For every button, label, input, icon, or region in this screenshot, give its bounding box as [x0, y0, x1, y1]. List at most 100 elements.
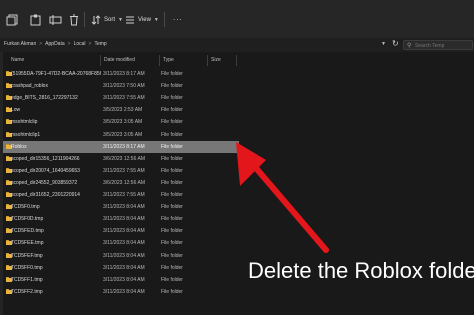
file-row[interactable]: {51955DA-79F1-47D2-BCAA-20768F856... 3/11… [3, 68, 239, 80]
file-name: {51955DA-79F1-47D2-BCAA-20768F856... [11, 71, 101, 77]
sort-label: Sort [104, 17, 116, 23]
file-row[interactable]: edge_BITS_2816_172297132 3/11/2023 7:55 A… [3, 92, 239, 104]
file-date-modified: 3/11/2023 7:55 AM [103, 192, 145, 198]
file-date-modified: 3/11/2023 8:04 AM [103, 204, 145, 211]
file-row[interactable]: Low 3/5/2023 2:53 AM File folder [3, 104, 239, 116]
file-date-modified: 3/11/2023 8:04 AM [103, 240, 145, 247]
file-date-modified: 3/11/2023 8:04 AM [103, 288, 145, 295]
file-type: File folder [161, 155, 183, 162]
file-type: File folder [161, 252, 183, 259]
command-bar: Sort ▼ View ▼ ... [0, 0, 474, 39]
file-date-modified: 3/11/2023 8:17 AM [103, 71, 145, 77]
file-name: scoped_dir24552_903859372 [11, 179, 78, 186]
file-row[interactable]: TCD5FEF.tmp 3/11/2023 8:04 AM File folder [3, 250, 239, 262]
file-date-modified: 3/11/2023 8:04 AM [103, 216, 145, 223]
file-type: File folder [161, 240, 183, 247]
file-date-modified: 3/11/2023 7:50 AM [103, 83, 145, 90]
sort-button[interactable]: Sort ▼ [91, 13, 123, 27]
file-type: File folder [161, 71, 183, 77]
file-row[interactable]: TCD5F0D.tmp 3/11/2023 8:04 AM File folder [3, 213, 239, 225]
file-date-modified: 3/11/2023 7:55 AM [103, 167, 145, 174]
copy-icon [6, 14, 18, 26]
file-name: crashpad_roblox [11, 83, 48, 90]
file-date-modified: 3/11/2023 8:04 AM [103, 264, 145, 271]
breadcrumb-item[interactable]: AppData [45, 41, 64, 47]
column-header-size[interactable]: Size [211, 57, 221, 63]
file-name: TCD5F0.tmp [11, 204, 40, 211]
file-row[interactable]: scoped_dir15356_1211904266 3/6/2023 12:56… [3, 153, 239, 165]
more-options-button[interactable]: ... [173, 13, 183, 22]
annotation-caption: Delete the Roblox folde [248, 258, 474, 283]
address-bar: Furkan Akman > AppData > Local > Temp ▼ ↻ ⚲ [0, 38, 474, 52]
file-date-modified: 3/11/2023 8:04 AM [103, 228, 145, 235]
toolbar-divider [164, 12, 165, 27]
file-date-modified: 3/6/2023 12:56 AM [103, 155, 145, 162]
file-date-modified: 3/11/2023 8:04 AM [103, 252, 145, 259]
file-type: File folder [161, 228, 183, 235]
file-row[interactable]: crashpad_roblox 3/11/2023 7:50 AM File fol… [3, 80, 239, 92]
file-row[interactable]: scoped_dir20074_1640459653 3/11/2023 7:55… [3, 165, 239, 177]
file-row[interactable]: Roblox 3/11/2023 8:17 AM File folder [3, 140, 239, 153]
file-type: File folder [161, 192, 183, 198]
file-name: TCD5FEF.tmp [11, 252, 43, 259]
breadcrumb-separator: > [67, 41, 71, 47]
file-explorer-window: Sort ▼ View ▼ ... Furkan Akman > AppData > L… [0, 0, 474, 315]
breadcrumb-item[interactable]: Local [74, 41, 86, 47]
file-date-modified: 3/5/2023 3:05 AM [103, 131, 143, 138]
breadcrumb-item[interactable]: Temp [94, 41, 106, 47]
column-divider[interactable] [159, 55, 160, 66]
column-header-name[interactable]: Name [11, 57, 24, 63]
file-row[interactable]: TCD5FEE.tmp 3/11/2023 8:04 AM File folder [3, 237, 239, 249]
delete-button[interactable] [68, 13, 80, 27]
file-name: TCD5FF0.tmp [11, 264, 43, 271]
paste-icon [30, 14, 41, 26]
file-date-modified: 3/11/2023 8:17 AM [103, 143, 145, 150]
sort-icon [91, 15, 101, 25]
file-date-modified: 3/11/2023 8:04 AM [103, 276, 145, 283]
file-name: msohtmlclip [11, 119, 38, 126]
new-folder-button[interactable] [6, 13, 20, 27]
file-date-modified: 3/5/2023 3:05 AM [103, 119, 143, 126]
file-type: File folder [161, 119, 183, 126]
toolbar-divider [84, 12, 85, 27]
file-type: File folder [161, 216, 183, 223]
file-row[interactable]: scoped_dir31652_2301220914 3/11/2023 7:55… [3, 189, 239, 201]
search-box[interactable]: ⚲ [403, 40, 473, 50]
file-row[interactable]: msohtmlclip1 3/5/2023 3:05 AM File folder [3, 129, 239, 141]
file-name: TCD5F0D.tmp [11, 216, 44, 223]
rename-button[interactable] [49, 13, 63, 27]
file-date-modified: 3/11/2023 7:55 AM [103, 95, 145, 102]
search-icon: ⚲ [407, 43, 412, 49]
file-row[interactable]: TCD5F0.tmp 3/11/2023 8:04 AM File folder [3, 201, 239, 213]
column-divider[interactable] [100, 55, 101, 66]
file-name: scoped_dir20074_1640459653 [11, 167, 80, 174]
file-name: TCD5FF1.tmp [11, 276, 43, 283]
trash-icon [70, 14, 78, 26]
refresh-icon[interactable]: ↻ [392, 39, 399, 48]
file-date-modified: 3/5/2023 2:53 AM [103, 107, 143, 114]
file-row[interactable]: TCD5FF2.tmp 3/11/2023 8:04 AM File folder [3, 286, 239, 298]
search-input[interactable] [415, 43, 470, 49]
file-row[interactable]: TCD5FF0.tmp 3/11/2023 8:04 AM File folder [3, 262, 239, 274]
file-row[interactable]: TCD5FED.tmp 3/11/2023 8:04 AM File folder [3, 225, 239, 237]
view-button[interactable]: View ▼ [125, 13, 159, 27]
breadcrumb: Furkan Akman > AppData > Local > Temp [4, 41, 107, 47]
file-date-modified: 3/6/2023 12:56 AM [103, 179, 145, 186]
breadcrumb-item[interactable]: Furkan Akman [4, 41, 36, 47]
column-divider[interactable] [207, 55, 208, 66]
file-name: edge_BITS_2816_172297132 [11, 95, 78, 102]
file-type: File folder [161, 167, 183, 174]
file-type: File folder [161, 83, 183, 90]
file-name: scoped_dir31652_2301220914 [11, 192, 80, 198]
address-history-chevron-icon[interactable]: ▼ [381, 41, 386, 47]
file-row[interactable]: TCD5FF1.tmp 3/11/2023 8:04 AM File folder [3, 274, 239, 286]
column-divider[interactable] [236, 55, 237, 66]
paste-button[interactable] [29, 13, 43, 27]
file-row[interactable]: msohtmlclip 3/5/2023 3:05 AM File folder [3, 116, 239, 128]
rename-icon [49, 15, 62, 25]
column-header-date[interactable]: Date modified [104, 57, 135, 63]
file-type: File folder [161, 204, 183, 211]
file-type: File folder [161, 264, 183, 271]
column-header-type[interactable]: Type [163, 57, 174, 63]
file-row[interactable]: scoped_dir24552_903859372 3/6/2023 12:56 … [3, 177, 239, 189]
